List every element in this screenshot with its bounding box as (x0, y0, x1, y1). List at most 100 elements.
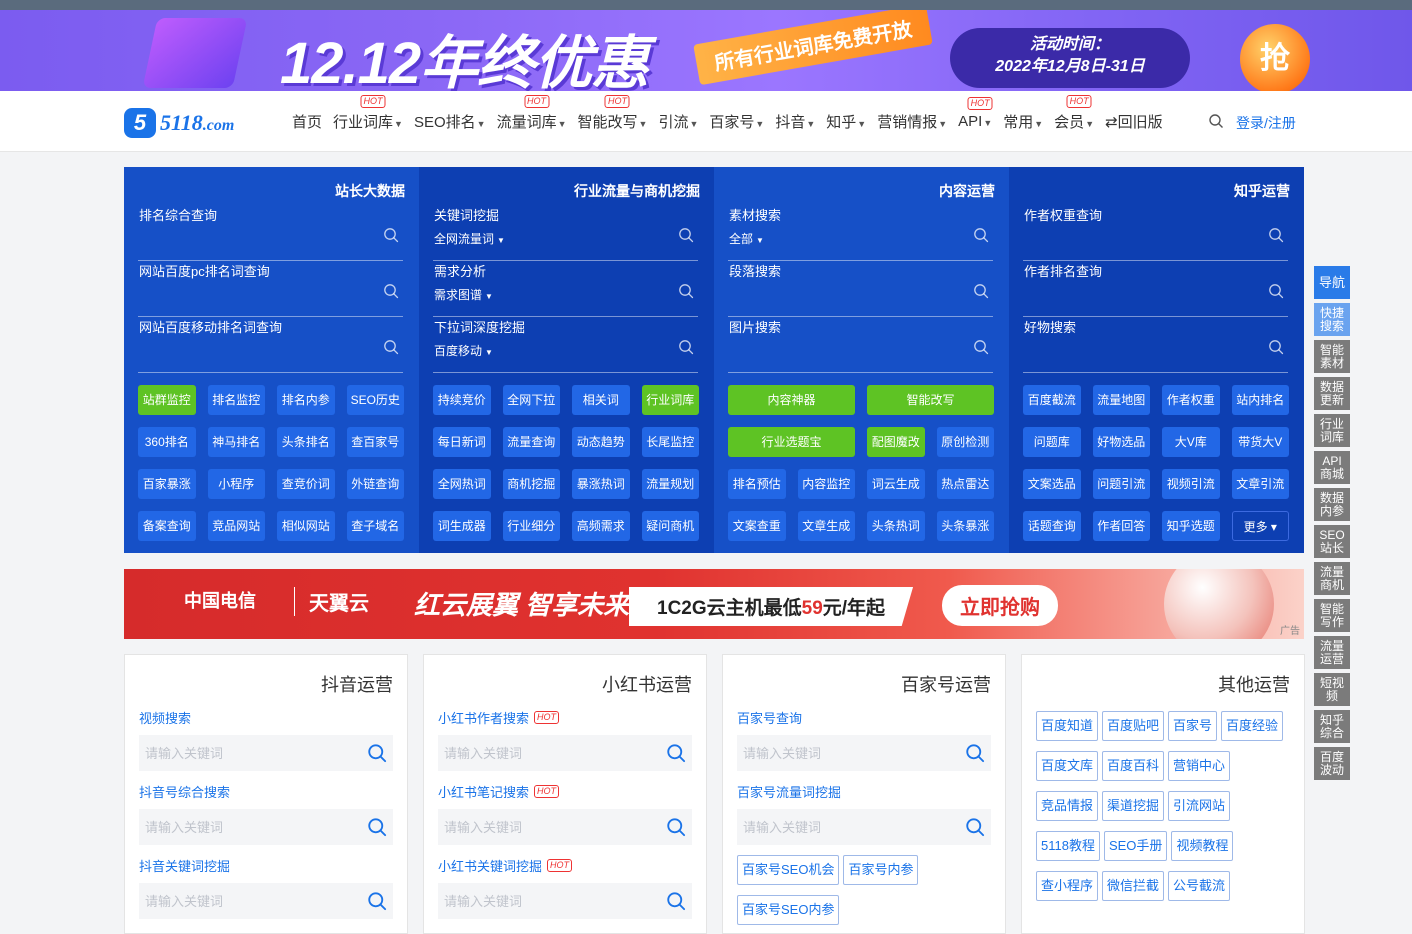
field-dropdown[interactable]: 需求图谱 ▼ (434, 286, 493, 303)
tool-button[interactable]: 文案选品 (1023, 469, 1081, 499)
tag-link[interactable]: 渠道挖掘 (1102, 791, 1165, 821)
tag-link[interactable]: 百度百科 (1102, 751, 1165, 781)
search-icon[interactable] (973, 227, 989, 243)
menu-item[interactable]: 常用▼ (1003, 111, 1043, 132)
sidebar-item[interactable]: 数据内参 (1314, 488, 1350, 521)
menu-item[interactable]: 行业词库▼ HOT (333, 95, 403, 132)
query-label[interactable]: 小红书关键词挖掘 HOT (438, 855, 692, 875)
tool-button[interactable]: 小程序 (207, 469, 265, 499)
sidebar-item[interactable]: SEO站长 (1314, 525, 1350, 558)
tool-button[interactable]: 内容神器 (728, 385, 855, 415)
tool-button[interactable]: 文章生成 (797, 511, 855, 541)
sidebar-item[interactable]: 行业词库 (1314, 414, 1350, 447)
tool-button[interactable]: 文章引流 (1231, 469, 1289, 499)
tool-button[interactable]: 排名内参 (277, 385, 335, 415)
tool-button[interactable]: 疑问商机 (641, 511, 699, 541)
sidebar-item[interactable]: 数据更新 (1314, 377, 1350, 410)
keyword-input[interactable] (139, 883, 393, 919)
search-icon[interactable] (383, 339, 399, 355)
tool-search-field[interactable]: 网站百度移动排名词查询 (138, 317, 403, 373)
query-label[interactable]: 视频搜索 (139, 707, 393, 727)
search-icon[interactable] (383, 283, 399, 299)
tool-button[interactable]: 神马排名 (207, 427, 265, 457)
tool-button[interactable]: 头条暴涨 (936, 511, 994, 541)
search-icon[interactable] (1268, 339, 1284, 355)
tool-button[interactable]: SEO历史 (346, 385, 404, 415)
search-icon[interactable] (1268, 283, 1284, 299)
tool-button[interactable]: 行业细分 (502, 511, 560, 541)
keyword-input[interactable] (438, 735, 692, 771)
tool-button[interactable]: 带货大V (1231, 427, 1289, 457)
tag-link[interactable]: 竞品情报 (1036, 791, 1099, 821)
tool-search-field[interactable]: 网站百度pc排名词查询 (138, 261, 403, 317)
grab-button[interactable]: 抢 (1240, 24, 1310, 91)
search-icon[interactable] (666, 891, 686, 911)
tool-button[interactable]: 查百家号 (346, 427, 404, 457)
query-label[interactable]: 抖音号综合搜索 (139, 781, 393, 801)
site-logo[interactable]: 5 5118.com (124, 107, 234, 139)
query-label[interactable]: 小红书作者搜索 HOT (438, 707, 692, 727)
sidebar-item[interactable]: API商城 (1314, 451, 1350, 484)
tool-button[interactable]: 每日新词 (433, 427, 491, 457)
search-icon[interactable] (367, 743, 387, 763)
sidebar-item[interactable]: 智能素材 (1314, 340, 1350, 373)
tool-button[interactable]: 站群监控 (138, 385, 196, 415)
menu-item[interactable]: 抖音▼ (775, 111, 815, 132)
tag-link[interactable]: 百家号SEO机会 (737, 855, 840, 885)
sidebar-item[interactable]: 短视频 (1314, 673, 1350, 706)
tool-button[interactable]: 长尾监控 (641, 427, 699, 457)
tag-link[interactable]: 公号截流 (1168, 871, 1231, 901)
menu-item[interactable]: ⇄回旧版 (1105, 111, 1163, 132)
tool-button[interactable]: 相似网站 (277, 511, 335, 541)
tag-link[interactable]: 引流网站 (1168, 791, 1231, 821)
tool-button[interactable]: 配图魔改 (867, 427, 925, 457)
tool-button[interactable]: 行业词库 (641, 385, 699, 415)
ad-buy-button[interactable]: 立即抢购 (942, 585, 1058, 626)
sidebar-item[interactable]: 导航 (1314, 266, 1350, 299)
sidebar-item[interactable]: 流量商机 (1314, 562, 1350, 595)
tool-button[interactable]: 360排名 (138, 427, 196, 457)
tag-link[interactable]: 微信拦截 (1102, 871, 1165, 901)
menu-item[interactable]: 会员▼ HOT (1054, 95, 1094, 132)
tool-search-field[interactable]: 作者排名查询 (1023, 261, 1288, 317)
menu-item[interactable]: 引流▼ (658, 111, 698, 132)
menu-item[interactable]: 营销情报▼ (877, 111, 947, 132)
tool-search-field[interactable]: 需求分析 需求图谱 ▼ (433, 261, 698, 317)
tool-button[interactable]: 头条排名 (277, 427, 335, 457)
tag-link[interactable]: 查小程序 (1036, 871, 1099, 901)
search-icon[interactable] (666, 743, 686, 763)
sidebar-item[interactable]: 百度波动 (1314, 747, 1350, 780)
tool-button[interactable]: 词生成器 (433, 511, 491, 541)
field-dropdown[interactable]: 全部 ▼ (729, 230, 764, 247)
tool-button[interactable]: 站内排名 (1231, 385, 1289, 415)
tag-link[interactable]: 百家号 (1168, 711, 1218, 741)
tool-button[interactable]: 竞品网站 (207, 511, 265, 541)
tool-button[interactable]: 作者回答 (1092, 511, 1150, 541)
tool-button[interactable]: 问题引流 (1092, 469, 1150, 499)
tag-link[interactable]: 百度经验 (1221, 711, 1284, 741)
promo-banner[interactable]: 12.12年终优惠 所有行业词库免费开放 活动时间： 2022年12月8日-31… (0, 10, 1412, 91)
login-register-link[interactable]: 登录/注册 (1236, 113, 1296, 133)
tool-button[interactable]: 好物选品 (1092, 427, 1150, 457)
search-icon[interactable] (965, 817, 985, 837)
tool-button[interactable]: 问题库 (1023, 427, 1081, 457)
tool-button[interactable]: 热点雷达 (936, 469, 994, 499)
search-icon[interactable] (973, 283, 989, 299)
keyword-input[interactable] (737, 809, 991, 845)
tool-search-field[interactable]: 排名综合查询 (138, 205, 403, 261)
search-icon[interactable] (1208, 113, 1224, 129)
search-icon[interactable] (367, 817, 387, 837)
tool-button[interactable]: 词云生成 (867, 469, 925, 499)
query-label[interactable]: 抖音关键词挖掘 (139, 855, 393, 875)
tool-button[interactable]: 查竞价词 (277, 469, 335, 499)
keyword-input[interactable] (139, 809, 393, 845)
tool-search-field[interactable]: 图片搜索 (728, 317, 993, 373)
tool-search-field[interactable]: 作者权重查询 (1023, 205, 1288, 261)
keyword-input[interactable] (737, 735, 991, 771)
tag-link[interactable]: 百度贴吧 (1102, 711, 1165, 741)
tool-button[interactable]: 备案查询 (138, 511, 196, 541)
menu-item[interactable]: 流量词库▼ HOT (497, 95, 567, 132)
menu-item[interactable]: 首页 (292, 111, 322, 132)
tool-button[interactable]: 原创检测 (936, 427, 994, 457)
search-icon[interactable] (678, 283, 694, 299)
